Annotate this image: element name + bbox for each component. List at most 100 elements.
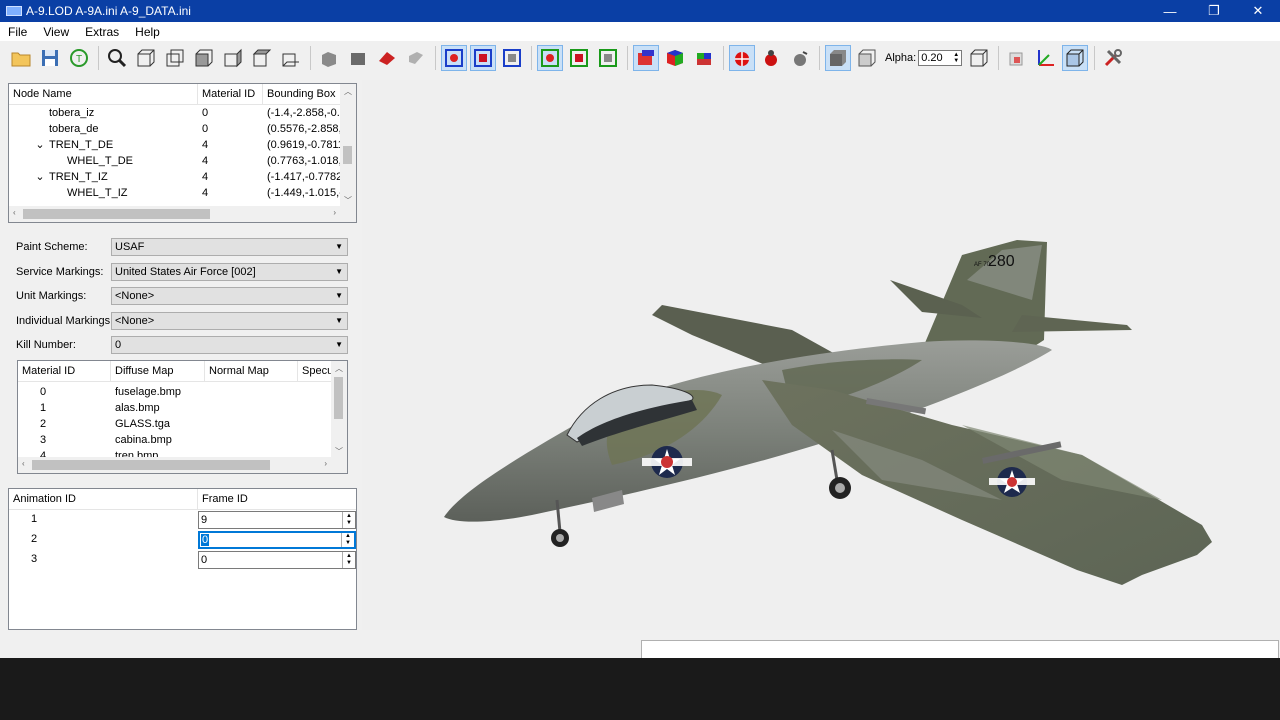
minimize-button[interactable]: — <box>1148 0 1192 22</box>
tree-node-row[interactable]: tobera_iz 0 (-1.4,-2.858,-0.5 <box>9 105 356 121</box>
expander-chevron-icon[interactable]: ⌄ <box>31 169 49 185</box>
scroll-down-icon[interactable]: ﹀ <box>335 446 343 457</box>
spin-arrows[interactable]: ▲ ▼ <box>342 552 355 568</box>
scroll-down-icon[interactable]: ﹀ <box>344 195 352 206</box>
settings-button[interactable] <box>1100 45 1126 71</box>
col-frame-id[interactable]: Frame ID <box>198 489 356 509</box>
frame-spinbox[interactable]: 0 ▲ ▼ <box>198 531 356 549</box>
close-button[interactable]: ✕ <box>1236 0 1280 22</box>
materials-vscroll[interactable]: ︿ ﹀ <box>331 361 347 459</box>
service-markings-select[interactable]: United States Air Force [002] ▼ <box>111 263 348 281</box>
view-front-button[interactable] <box>133 45 159 71</box>
shade-light-button[interactable] <box>403 45 429 71</box>
spin-up-icon[interactable]: ▲ <box>346 513 352 520</box>
animation-panel[interactable]: Animation ID Frame ID 1 9 ▲ ▼ 2 0 ▲ ▼ 3 0 … <box>8 488 357 630</box>
tree-node-row[interactable]: ⌄ TREN_T_IZ 4 (-1.417,-0.7782, <box>9 169 356 185</box>
scroll-thumb[interactable] <box>334 377 343 419</box>
menu-help[interactable]: Help <box>127 25 168 39</box>
shade-dark-button[interactable] <box>345 45 371 71</box>
perspective-button[interactable] <box>1062 45 1089 71</box>
solid-cube-button[interactable] <box>825 45 851 71</box>
bbox-blue-gray-button[interactable] <box>499 45 525 71</box>
scroll-right-icon[interactable]: › <box>324 459 327 468</box>
hscroll-thumb[interactable] <box>23 209 210 219</box>
alpha-spin-arrows[interactable]: ▲ ▼ <box>953 52 959 64</box>
tree-node-row[interactable]: WHEL_T_DE 4 (0.7763,-1.018,- <box>9 153 356 169</box>
view-top-button[interactable] <box>249 45 275 71</box>
reload-button[interactable]: T <box>66 45 92 71</box>
wire-cube-button[interactable] <box>966 45 992 71</box>
material-row[interactable]: 2 GLASS.tga <box>18 416 347 432</box>
col-animation-id[interactable]: Animation ID <box>9 489 198 509</box>
spin-down-icon[interactable]: ▼ <box>346 520 352 527</box>
menu-view[interactable]: View <box>35 25 77 39</box>
bbox-blue-button[interactable] <box>470 45 496 71</box>
save-button[interactable] <box>37 45 63 71</box>
tree-node-row[interactable]: AftFuelCell (Hit Box)(-0.8400,-2.500 <box>9 201 356 203</box>
open-file-button[interactable] <box>8 45 34 71</box>
kill-number-select[interactable]: 0 ▼ <box>111 336 348 354</box>
view-left-button[interactable] <box>191 45 217 71</box>
normal-mode-button[interactable] <box>662 45 688 71</box>
frame-value[interactable]: 9 <box>201 514 207 526</box>
spin-up-icon[interactable]: ▲ <box>346 553 352 560</box>
spin-down-icon[interactable]: ▼ <box>346 560 352 567</box>
spin-down-icon[interactable]: ▼ <box>345 540 351 547</box>
hitbox-green-gray-button[interactable] <box>595 45 621 71</box>
shade-gray-button[interactable] <box>316 45 342 71</box>
alpha-spinbox[interactable]: 0.20 ▲ ▼ <box>918 50 963 66</box>
expander-chevron-icon[interactable]: ⌄ <box>31 137 49 153</box>
material-row[interactable]: 1 alas.bmp <box>18 400 347 416</box>
view-bottom-button[interactable] <box>278 45 304 71</box>
scroll-thumb[interactable] <box>343 146 352 164</box>
view-back-button[interactable] <box>162 45 188 71</box>
individual-markings-select[interactable]: <None> ▼ <box>111 312 348 330</box>
texture-mode-button[interactable] <box>633 45 659 71</box>
hitbox-green-red-button[interactable] <box>537 45 563 71</box>
col-normal-map[interactable]: Normal Map <box>205 361 298 381</box>
spin-arrows[interactable]: ▲ ▼ <box>341 533 354 547</box>
frame-spinbox[interactable]: 0 ▲ ▼ <box>198 551 356 569</box>
specular-mode-button[interactable] <box>691 45 717 71</box>
scroll-up-icon[interactable]: ︿ <box>344 86 352 97</box>
bomb-red-button[interactable] <box>729 45 755 71</box>
material-row[interactable]: 3 cabina.bmp <box>18 432 347 448</box>
materials-panel[interactable]: Material ID Diffuse Map Normal Map Specu… <box>17 360 348 474</box>
shade-red-button[interactable] <box>374 45 400 71</box>
unit-markings-select[interactable]: <None> ▼ <box>111 287 348 305</box>
node-tree-panel[interactable]: Node Name Material ID Bounding Box tober… <box>8 83 357 223</box>
hitbox-green-button[interactable] <box>566 45 592 71</box>
bomb-gray-button[interactable] <box>787 45 813 71</box>
menu-file[interactable]: File <box>0 25 35 39</box>
tree-node-row[interactable]: ⌄ TREN_T_DE 4 (0.9619,-0.7811, <box>9 137 356 153</box>
col-diffuse-map[interactable]: Diffuse Map <box>111 361 205 381</box>
scroll-up-icon[interactable]: ︿ <box>335 363 343 374</box>
tree-node-row[interactable]: tobera_de 0 (0.5576,-2.858,- <box>9 121 356 137</box>
frame-value[interactable]: 0 <box>201 554 207 566</box>
restore-button[interactable]: ❐ <box>1192 0 1236 22</box>
spin-up-icon[interactable]: ▲ <box>345 533 351 540</box>
menu-extras[interactable]: Extras <box>77 25 127 39</box>
tree-node-row[interactable]: WHEL_T_IZ 4 (-1.449,-1.015,- <box>9 185 356 201</box>
paint-scheme-select[interactable]: USAF ▼ <box>111 238 348 256</box>
view-right-button[interactable] <box>220 45 246 71</box>
bbox-blue-red-button[interactable] <box>441 45 467 71</box>
materials-hscroll[interactable]: ‹ › <box>18 457 347 473</box>
material-row[interactable]: 0 fuselage.bmp <box>18 384 347 400</box>
shadow-cube-button[interactable] <box>1004 45 1030 71</box>
bomb-dark-button[interactable] <box>758 45 784 71</box>
node-tree-vscroll[interactable]: ︿ ﹀ <box>340 84 356 208</box>
aircraft-model[interactable]: 280 AF 70 <box>362 80 1280 630</box>
3d-viewport[interactable]: 280 AF 70 <box>362 80 1280 630</box>
col-material-id[interactable]: Material ID <box>198 84 263 104</box>
spin-arrows[interactable]: ▲ ▼ <box>342 512 355 528</box>
frame-spinbox[interactable]: 9 ▲ ▼ <box>198 511 356 529</box>
scroll-left-icon[interactable]: ‹ <box>22 459 25 468</box>
axes-button[interactable] <box>1033 45 1059 71</box>
hscroll-thumb[interactable] <box>32 460 270 470</box>
col-node-name[interactable]: Node Name <box>9 84 198 104</box>
scroll-right-icon[interactable]: › <box>333 208 336 217</box>
zoom-button[interactable] <box>104 45 130 71</box>
frame-value[interactable]: 0 <box>201 534 210 546</box>
node-tree-hscroll[interactable]: ‹ › <box>9 206 356 222</box>
